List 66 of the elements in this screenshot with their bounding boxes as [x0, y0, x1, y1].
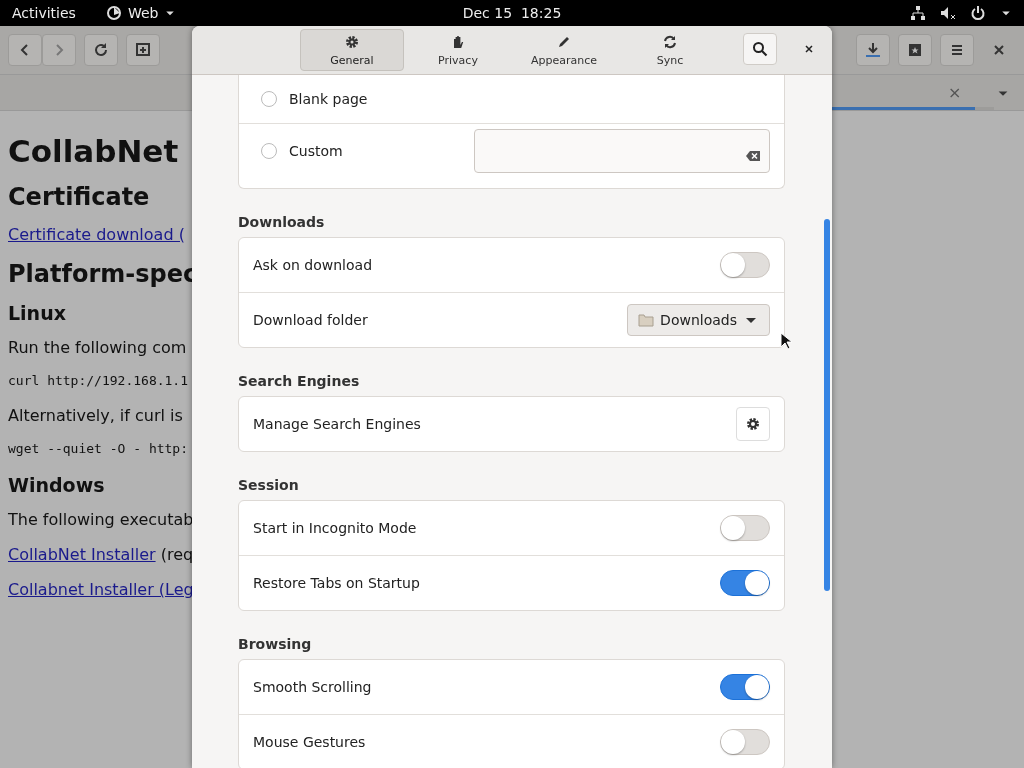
page-link[interactable]: Collabnet Installer (Leg: [8, 580, 194, 599]
folder-dropdown[interactable]: Downloads: [627, 304, 770, 336]
setting-label: Custom: [289, 143, 344, 159]
code-line: curl http://192.168.1.1: [8, 373, 188, 388]
toggle-switch[interactable]: [720, 674, 770, 700]
toggle-switch[interactable]: [720, 570, 770, 596]
close-icon: [803, 43, 815, 55]
scrollbar[interactable]: [824, 219, 830, 591]
page-paragraph: The following executab: [8, 510, 194, 529]
radio-button[interactable]: [261, 143, 277, 159]
radio-button[interactable]: [261, 91, 277, 107]
new-tab-icon: [135, 42, 151, 58]
clock[interactable]: Dec 15 18:25: [462, 5, 562, 21]
setting-label: Smooth Scrolling: [253, 679, 373, 695]
reload-icon: [93, 42, 109, 58]
code-line: wget --quiet -O - http:: [8, 441, 188, 456]
new-tab-button[interactable]: [126, 34, 160, 66]
setting-label: Ask on download: [253, 257, 373, 273]
preferences-tab[interactable]: General: [300, 29, 404, 71]
setting-label: Manage Search Engines: [253, 416, 422, 432]
setting-label: Start in Incognito Mode: [253, 520, 418, 536]
bookmarks-button[interactable]: [898, 34, 932, 66]
volume-muted-icon: [940, 5, 956, 21]
toggle-switch[interactable]: [720, 252, 770, 278]
setting-label: Blank page: [289, 91, 369, 107]
network-icon: [910, 5, 926, 21]
page-heading: Platform-spec: [8, 260, 198, 288]
setting-label: Mouse Gestures: [253, 734, 367, 750]
sync-icon: [662, 33, 678, 50]
page-link[interactable]: Certificate download (: [8, 225, 185, 244]
search-button[interactable]: [743, 33, 777, 65]
download-icon: [865, 42, 881, 58]
toggle-switch[interactable]: [720, 729, 770, 755]
folder-icon: [638, 312, 655, 328]
preferences-tab[interactable]: Sync: [618, 29, 722, 71]
toggle-switch[interactable]: [720, 515, 770, 541]
app-menu[interactable]: Web: [105, 5, 177, 21]
page-subheading: Linux: [8, 302, 66, 324]
section-title: Session: [238, 477, 300, 493]
settings-button[interactable]: [736, 407, 770, 441]
page-subheading: Windows: [8, 474, 105, 496]
back-button[interactable]: [8, 34, 42, 66]
preferences-tab[interactable]: Privacy: [406, 29, 510, 71]
clear-icon: [745, 148, 761, 164]
preferences-tab[interactable]: Appearance: [512, 29, 616, 71]
page-heading: Certificate: [8, 183, 150, 211]
section-title: Search Engines: [238, 373, 361, 389]
page-paragraph: Alternatively, if curl is: [8, 406, 183, 425]
setting-label: Download folder: [253, 312, 369, 328]
menu-button[interactable]: [940, 34, 974, 66]
page-title: CollabNet: [8, 133, 179, 169]
section-title: Browsing: [238, 636, 313, 652]
section-title: Downloads: [238, 214, 326, 230]
menu-icon: [949, 42, 965, 58]
settings-icon: [745, 416, 761, 432]
page-paragraph: CollabNet Installer (req: [8, 545, 194, 564]
downloads-button[interactable]: [856, 34, 890, 66]
power-icon: [970, 5, 986, 21]
settings-icon: [344, 33, 360, 50]
setting-label: Restore Tabs on Startup: [253, 575, 421, 591]
reload-button[interactable]: [84, 34, 118, 66]
page-link[interactable]: CollabNet Installer: [8, 545, 156, 564]
custom-url-field[interactable]: [474, 129, 770, 173]
search-icon: [752, 41, 768, 57]
page-paragraph: Run the following com: [8, 338, 187, 357]
activities-button[interactable]: Activities: [12, 5, 76, 21]
